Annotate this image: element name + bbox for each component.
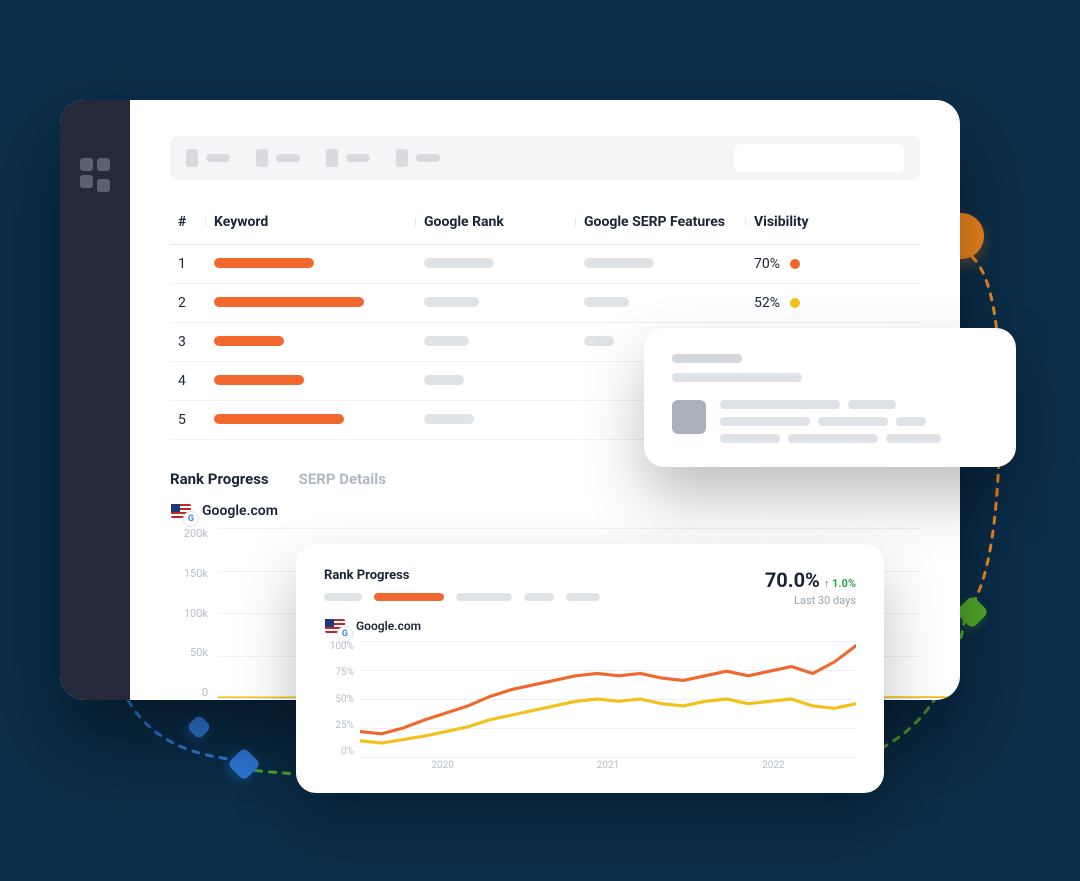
source-label: Google.com bbox=[202, 503, 278, 519]
tabs: Rank Progress SERP Details bbox=[170, 470, 920, 488]
search-engine-source: G Google.com bbox=[170, 502, 920, 520]
search-input[interactable] bbox=[734, 144, 904, 172]
us-google-icon: G bbox=[170, 502, 192, 520]
decorative-diamond-green bbox=[955, 595, 989, 629]
decorative-diamond-blue-small bbox=[186, 714, 211, 739]
rank-progress-card: Rank Progress 70.0% ↑ 1.0% Last 30 days … bbox=[296, 544, 884, 793]
tab-serp-details[interactable]: SERP Details bbox=[299, 470, 386, 488]
visibility-delta: ↑ 1.0% bbox=[824, 577, 856, 590]
feature-placeholder bbox=[584, 336, 614, 346]
rank-placeholder bbox=[424, 414, 474, 424]
keyword-placeholder bbox=[214, 336, 284, 346]
toolbar bbox=[170, 136, 920, 180]
feature-placeholder bbox=[584, 297, 629, 307]
col-visibility[interactable]: Visibility bbox=[746, 200, 920, 245]
visibility-period: Last 30 days bbox=[765, 594, 856, 607]
keyword-placeholder bbox=[214, 297, 364, 307]
keyword-placeholder bbox=[214, 258, 314, 268]
row-index: 4 bbox=[170, 362, 206, 401]
toolbar-item[interactable] bbox=[256, 149, 300, 167]
rank-placeholder bbox=[424, 336, 469, 346]
rank-placeholder bbox=[424, 297, 479, 307]
rank-placeholder bbox=[424, 258, 494, 268]
visibility-dot bbox=[790, 298, 800, 308]
row-index: 2 bbox=[170, 284, 206, 323]
table-row[interactable]: 1 70% bbox=[170, 245, 920, 284]
keyword-placeholder bbox=[214, 414, 344, 424]
col-google-rank[interactable]: Google Rank bbox=[416, 200, 576, 245]
feature-placeholder bbox=[584, 258, 654, 268]
col-serp-features[interactable]: Google SERP Features bbox=[576, 200, 746, 245]
toolbar-item[interactable] bbox=[396, 149, 440, 167]
visibility-dot bbox=[790, 259, 800, 269]
visibility-percent: 70.0% bbox=[765, 568, 820, 592]
sidebar bbox=[60, 100, 130, 700]
row-index: 5 bbox=[170, 401, 206, 440]
visibility-value: 70% bbox=[754, 256, 780, 272]
col-keyword[interactable]: Keyword bbox=[206, 200, 416, 245]
us-google-icon: G bbox=[324, 617, 346, 635]
source-label: Google.com bbox=[356, 619, 421, 633]
table-row[interactable]: 2 52% bbox=[170, 284, 920, 323]
small-chart: 100%75%50%25%0% 202020212022 bbox=[324, 641, 856, 771]
serp-preview-card bbox=[644, 328, 1016, 467]
toolbar-item[interactable] bbox=[186, 149, 230, 167]
col-index[interactable]: # bbox=[170, 200, 206, 245]
row-index: 1 bbox=[170, 245, 206, 284]
tab-rank-progress[interactable]: Rank Progress bbox=[170, 470, 269, 488]
visibility-value: 52% bbox=[754, 295, 780, 311]
rank-placeholder bbox=[424, 375, 464, 385]
keyword-placeholder bbox=[214, 375, 304, 385]
result-thumbnail bbox=[672, 400, 706, 434]
app-grid-icon[interactable] bbox=[80, 158, 110, 188]
decorative-diamond-blue bbox=[227, 747, 261, 781]
toolbar-item[interactable] bbox=[326, 149, 370, 167]
row-index: 3 bbox=[170, 323, 206, 362]
